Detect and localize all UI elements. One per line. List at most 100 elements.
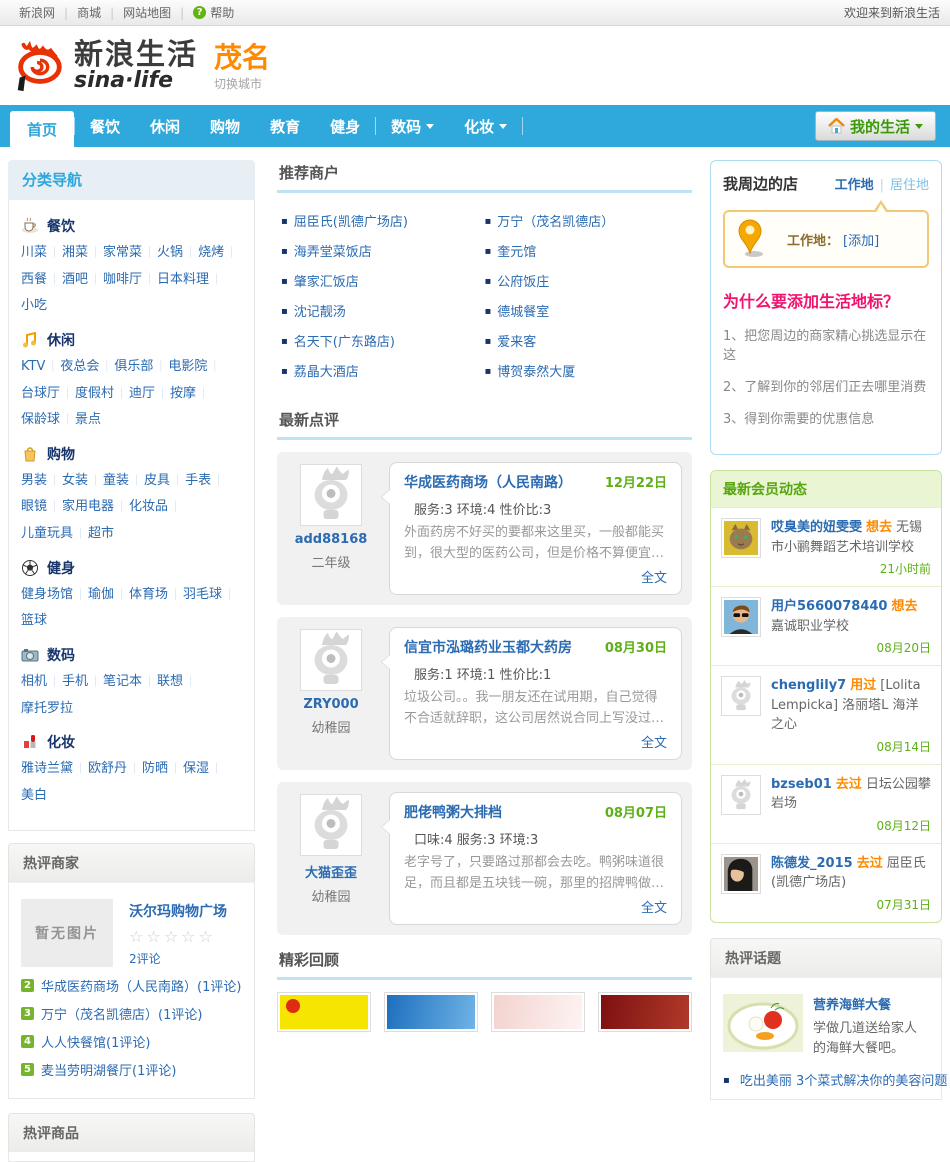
avatar[interactable] (721, 597, 761, 637)
merchant-link[interactable]: 肇家汇饭店 (294, 275, 359, 290)
avatar[interactable] (721, 518, 761, 558)
cat-link[interactable]: 手表 (185, 473, 226, 488)
cat-link[interactable]: KTV (21, 359, 60, 374)
cat-link[interactable]: 羽毛球 (183, 587, 237, 602)
merchant-link[interactable]: 麦当劳明湖餐厅 (41, 1064, 132, 1079)
review-count-link[interactable]: (1评论) (197, 980, 241, 995)
review-shop-link[interactable]: 信宜市泓璐药业玉都大药房 (404, 637, 572, 657)
topbar-link-sina[interactable]: 新浪网 (10, 4, 64, 21)
merchant-link[interactable]: 荔晶大酒店 (294, 365, 359, 380)
cat-link[interactable]: 迪厅 (129, 386, 170, 401)
cat-link[interactable]: 台球厅 (21, 386, 75, 401)
cat-link[interactable]: 体育场 (129, 587, 183, 602)
merchant-link[interactable]: 奎元馆 (497, 245, 536, 260)
merchant-link[interactable]: 屈臣氏(凯德广场店) (294, 215, 408, 230)
avatar[interactable] (721, 853, 761, 894)
cat-link[interactable]: 化妆品 (129, 499, 183, 514)
nav-tab-home[interactable]: 首页 (10, 111, 75, 147)
member-username[interactable]: bzseb01 (771, 777, 832, 792)
member-username[interactable]: 用户5660078440 (771, 599, 887, 614)
cat-link[interactable]: 女装 (62, 473, 103, 488)
member-username[interactable]: 陈德发_2015 (771, 856, 853, 871)
topic-link[interactable]: 营养海鲜大餐 (813, 998, 891, 1013)
avatar[interactable] (300, 464, 362, 526)
cat-link[interactable]: 瑜伽 (88, 587, 129, 602)
cat-link[interactable]: 手机 (62, 674, 103, 689)
cat-link[interactable]: 家常菜 (103, 245, 157, 260)
cat-link[interactable]: 日本料理 (157, 272, 224, 287)
cat-link[interactable]: 欧舒丹 (88, 761, 142, 776)
cat-link[interactable]: 烧烤 (198, 245, 239, 260)
nav-tab-shopping[interactable]: 购物 (195, 105, 255, 147)
avatar[interactable] (721, 676, 761, 716)
cat-link[interactable]: 男装 (21, 473, 62, 488)
avatar[interactable] (721, 774, 761, 815)
cat-link[interactable]: 摩托罗拉 (21, 701, 73, 716)
cat-link[interactable]: 保龄球 (21, 412, 75, 427)
merchant-link[interactable]: 公府饭庄 (497, 275, 549, 290)
nav-tab-education[interactable]: 教育 (255, 105, 315, 147)
cat-link[interactable]: 笔记本 (103, 674, 157, 689)
topbar-link-mall[interactable]: 商城 (68, 4, 110, 21)
avatar[interactable] (300, 793, 362, 856)
cat-link[interactable]: 酒吧 (62, 272, 103, 287)
review-count-link[interactable]: (1评论) (132, 1064, 176, 1079)
highlight-banner-3[interactable] (491, 991, 585, 1032)
review-shop-link[interactable]: 华成医药商场（人民南路） (404, 472, 572, 492)
topic-link[interactable]: 吃出美丽 3个菜式解决你的美容问题 (740, 1074, 947, 1089)
nav-tab-digital[interactable]: 数码 (376, 105, 449, 147)
topbar-link-sitemap[interactable]: 网站地图 (114, 4, 180, 21)
full-text-link[interactable]: 全文 (641, 571, 667, 586)
reviewer-username[interactable]: add88168 (295, 532, 368, 547)
merchant-link[interactable]: 德城餐室 (497, 305, 549, 320)
add-address-link[interactable]: [添加] (843, 230, 879, 249)
cat-link[interactable]: 电影院 (168, 359, 222, 374)
full-text-link[interactable]: 全文 (641, 901, 667, 916)
tab-residence[interactable]: 居住地 (890, 174, 929, 193)
cat-link[interactable]: 湘菜 (62, 245, 103, 260)
cat-link[interactable]: 火锅 (157, 245, 198, 260)
reviewer-username[interactable]: ZRY000 (303, 697, 358, 712)
switch-city-link[interactable]: 切换城市 (214, 75, 270, 92)
cat-link[interactable]: 家用电器 (62, 499, 129, 514)
cat-link[interactable]: 篮球 (21, 613, 47, 628)
reviewer-username[interactable]: 大猫歪歪 (305, 866, 357, 881)
cat-link[interactable]: 川菜 (21, 245, 62, 260)
merchant-link[interactable]: 名天下(广东路店) (294, 335, 395, 350)
full-text-link[interactable]: 全文 (641, 736, 667, 751)
cat-link[interactable]: 保湿 (183, 761, 224, 776)
review-count-link[interactable]: (1评论) (106, 1036, 150, 1051)
nav-tab-cosmetics[interactable]: 化妆 (449, 105, 522, 147)
my-life-button[interactable]: 我的生活 (814, 111, 936, 141)
cat-link[interactable]: 按摩 (170, 386, 211, 401)
member-username[interactable]: 哎臭美的妞雯雯 (771, 520, 862, 535)
cat-link[interactable]: 夜总会 (60, 359, 114, 374)
merchant-link[interactable]: 沈记靓汤 (294, 305, 346, 320)
nav-tab-food[interactable]: 餐饮 (75, 105, 135, 147)
review-count-link[interactable]: (1评论) (158, 1008, 202, 1023)
cat-link[interactable]: 度假村 (75, 386, 129, 401)
cat-link[interactable]: 美白 (21, 788, 47, 803)
merchant-link[interactable]: 万宁（茂名凯德店） (41, 1008, 158, 1023)
cat-link[interactable]: 小吃 (21, 298, 47, 313)
merchant-link[interactable]: 海弄堂菜饭店 (294, 245, 372, 260)
cat-link[interactable]: 咖啡厅 (103, 272, 157, 287)
merchant-link[interactable]: 人人快餐馆 (41, 1036, 106, 1051)
cat-link[interactable]: 防晒 (142, 761, 183, 776)
merchant-link[interactable]: 万宁（茂名凯德店） (497, 215, 614, 230)
cat-link[interactable]: 雅诗兰黛 (21, 761, 88, 776)
review-shop-link[interactable]: 肥佬鸭粥大排档 (404, 802, 502, 822)
cat-link[interactable]: 相机 (21, 674, 62, 689)
cat-link[interactable]: 超市 (88, 526, 114, 541)
merchant-link[interactable]: 华成医药商场（人民南路） (41, 980, 197, 995)
topic-image[interactable] (723, 993, 803, 1052)
cat-link[interactable]: 俱乐部 (114, 359, 168, 374)
highlight-banner-4[interactable] (598, 991, 692, 1032)
merchant-link[interactable]: 爱来客 (497, 335, 536, 350)
cat-link[interactable]: 皮具 (144, 473, 185, 488)
tab-workplace[interactable]: 工作地 (835, 174, 874, 193)
highlight-banner-1[interactable] (277, 991, 371, 1032)
topbar-link-help[interactable]: ? 帮助 (184, 4, 243, 21)
cat-link[interactable]: 西餐 (21, 272, 62, 287)
nav-tab-fitness[interactable]: 健身 (315, 105, 375, 147)
